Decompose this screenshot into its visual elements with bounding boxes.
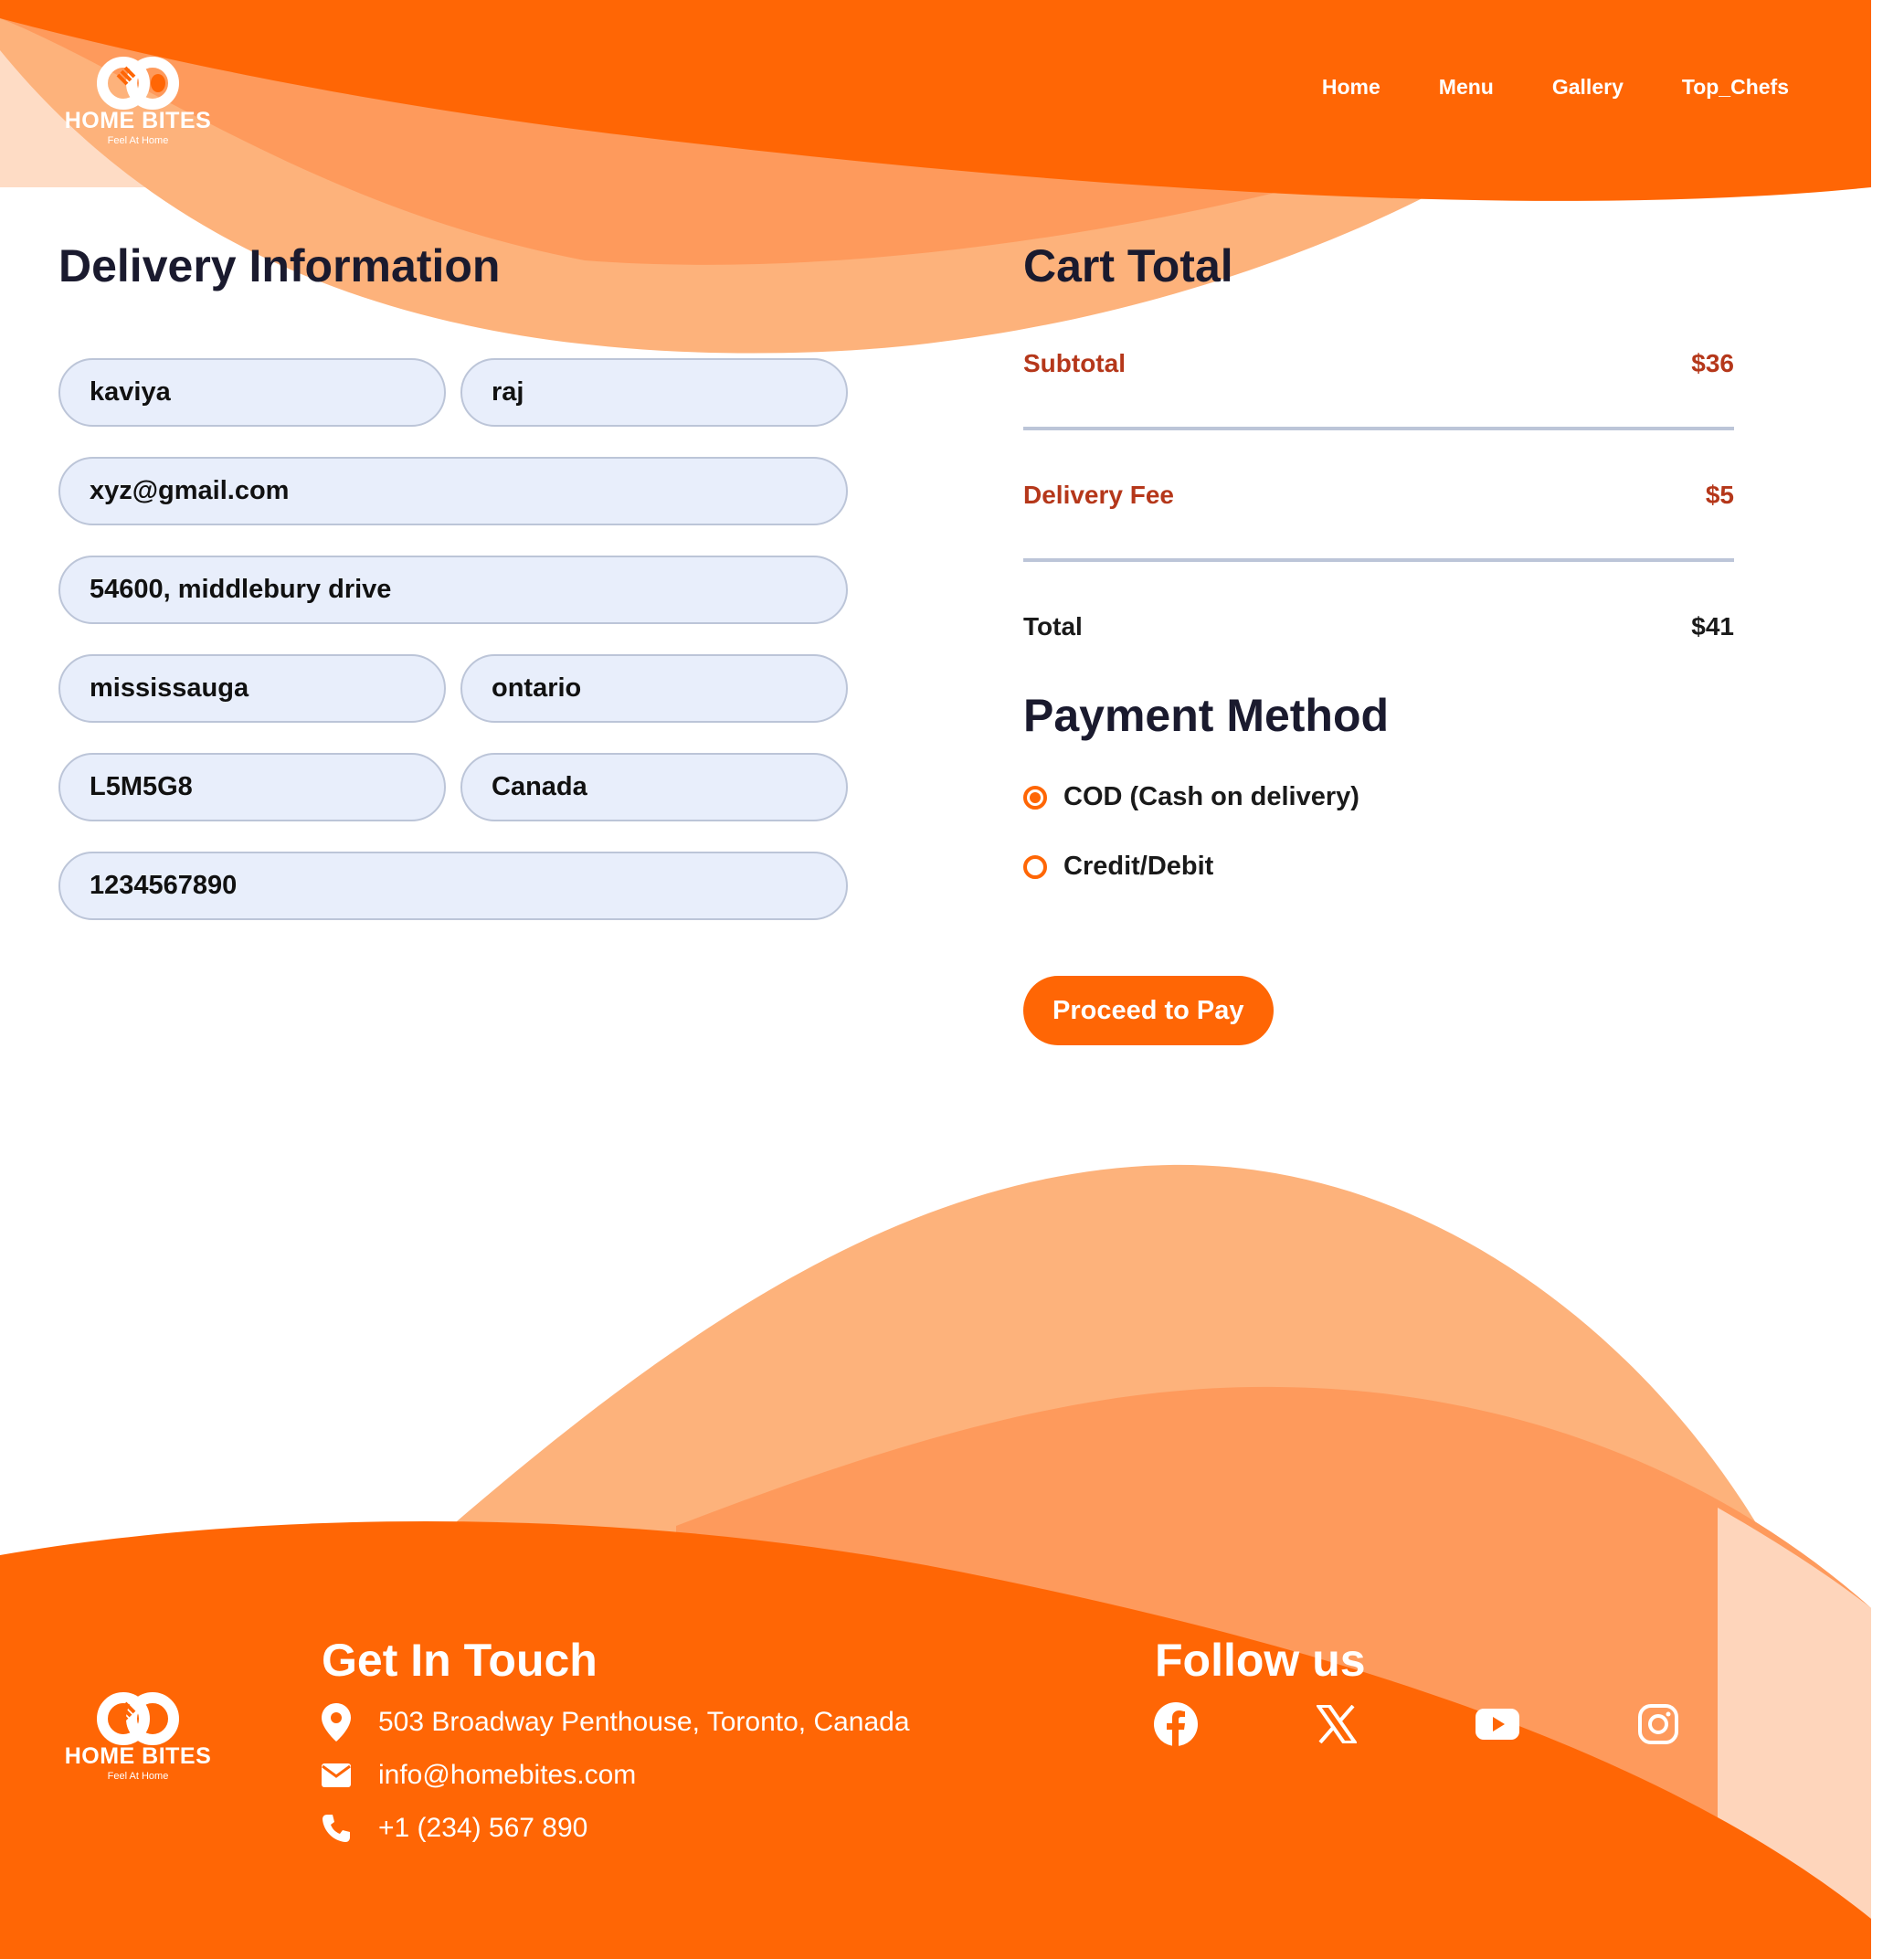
payment-option-label: Credit/Debit xyxy=(1063,852,1214,881)
brand-tagline: Feel At Home xyxy=(107,1771,169,1782)
phone-icon xyxy=(323,1815,350,1842)
x-icon[interactable] xyxy=(1314,1701,1359,1747)
first-name-input[interactable] xyxy=(58,358,446,427)
phone-text: +1 (234) 567 890 xyxy=(378,1813,588,1843)
header-logo[interactable]: HOME BITES Feel At Home xyxy=(60,57,216,146)
contact-email[interactable]: info@homebites.com xyxy=(322,1760,636,1791)
country-input[interactable] xyxy=(460,753,848,821)
cart-title: Cart Total xyxy=(1023,240,1233,291)
phone-input[interactable] xyxy=(58,852,848,920)
logo-mark-icon xyxy=(97,1692,179,1745)
nav-top-chefs[interactable]: Top_Chefs xyxy=(1682,75,1789,100)
youtube-icon[interactable] xyxy=(1475,1701,1520,1747)
facebook-icon[interactable] xyxy=(1153,1701,1199,1747)
location-pin-icon xyxy=(322,1703,351,1742)
instagram-icon[interactable] xyxy=(1635,1701,1681,1747)
state-input[interactable] xyxy=(460,654,848,723)
payment-option-cod[interactable]: COD (Cash on delivery) xyxy=(1023,782,1359,812)
footer-logo[interactable]: HOME BITES Feel At Home xyxy=(60,1692,216,1782)
main-nav: Home Menu Gallery Top_Chefs xyxy=(1322,75,1789,100)
last-name-input[interactable] xyxy=(460,358,848,427)
total-value: $41 xyxy=(1691,612,1734,641)
follow-title: Follow us xyxy=(1155,1635,1366,1686)
email-input[interactable] xyxy=(58,457,848,525)
delivery-fee-value: $5 xyxy=(1705,481,1734,509)
contact-phone[interactable]: +1 (234) 567 890 xyxy=(322,1813,587,1844)
payment-option-card[interactable]: Credit/Debit xyxy=(1023,852,1213,882)
contact-title: Get In Touch xyxy=(322,1635,598,1686)
proceed-to-pay-button[interactable]: Proceed to Pay xyxy=(1023,976,1274,1045)
nav-home[interactable]: Home xyxy=(1322,75,1380,100)
cart-divider xyxy=(1023,427,1734,430)
cart-divider xyxy=(1023,558,1734,562)
subtotal-value: $36 xyxy=(1691,349,1734,377)
total-label: Total xyxy=(1023,612,1083,641)
city-input[interactable] xyxy=(58,654,446,723)
total-row: Total $41 xyxy=(1023,612,1734,641)
brand-tagline: Feel At Home xyxy=(107,135,169,146)
logo-mark-icon xyxy=(97,57,179,110)
payment-option-label: COD (Cash on delivery) xyxy=(1063,782,1359,811)
email-text: info@homebites.com xyxy=(378,1760,637,1790)
brand-name: HOME BITES xyxy=(64,1743,212,1769)
street-input[interactable] xyxy=(58,556,848,624)
delivery-fee-row: Delivery Fee $5 xyxy=(1023,481,1734,510)
nav-gallery[interactable]: Gallery xyxy=(1552,75,1624,100)
radio-selected-icon[interactable] xyxy=(1023,785,1047,810)
contact-address: 503 Broadway Penthouse, Toronto, Canada xyxy=(322,1703,910,1742)
delivery-fee-label: Delivery Fee xyxy=(1023,481,1174,509)
subtotal-label: Subtotal xyxy=(1023,349,1126,377)
payment-title: Payment Method xyxy=(1023,690,1390,741)
envelope-icon xyxy=(322,1763,351,1787)
address-text: 503 Broadway Penthouse, Toronto, Canada xyxy=(378,1707,910,1737)
nav-menu[interactable]: Menu xyxy=(1439,75,1494,100)
delivery-title: Delivery Information xyxy=(58,240,501,291)
radio-unselected-icon[interactable] xyxy=(1023,854,1047,879)
zip-input[interactable] xyxy=(58,753,446,821)
subtotal-row: Subtotal $36 xyxy=(1023,349,1734,378)
brand-name: HOME BITES xyxy=(64,108,212,133)
